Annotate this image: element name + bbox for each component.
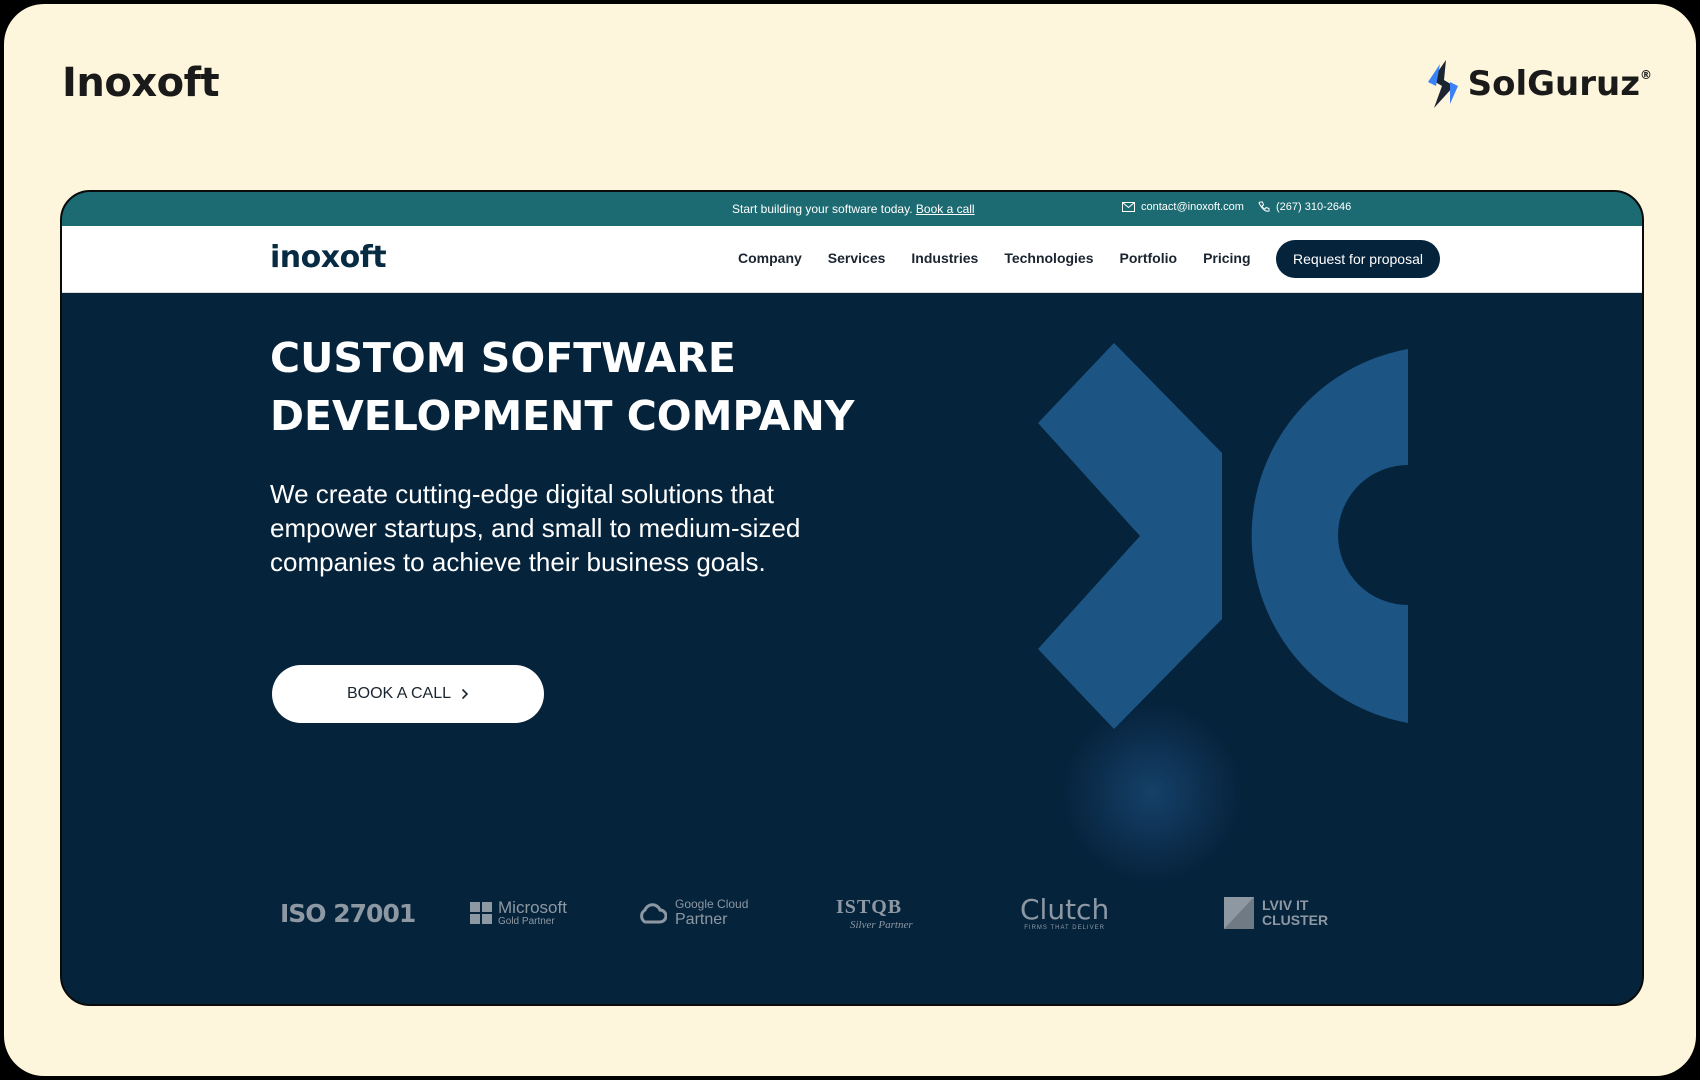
website-screenshot: Start building your software today. Book…: [60, 190, 1644, 1006]
partner-badges: ISO 27001 Microsoft Gold Partner Google C…: [262, 878, 1422, 948]
nav-item-industries[interactable]: Industries: [911, 250, 978, 266]
chevron-right-icon: [461, 688, 469, 700]
solguruz-wordmark: SolGuruz ®: [1467, 64, 1652, 104]
request-proposal-button[interactable]: Request for proposal: [1276, 240, 1440, 278]
clutch-badge: Clutch FIRMS THAT DELIVER: [1020, 893, 1110, 932]
nav-item-pricing[interactable]: Pricing: [1203, 250, 1250, 266]
nav-item-technologies[interactable]: Technologies: [1004, 250, 1093, 266]
main-nav: Company Services Industries Technologies…: [738, 250, 1251, 266]
nav-item-portfolio[interactable]: Portfolio: [1120, 250, 1178, 266]
site-header: inoxoft Company Services Industries Tech…: [62, 226, 1642, 293]
microsoft-gold-partner-badge: Microsoft Gold Partner: [470, 878, 567, 948]
email-contact[interactable]: contact@inoxoft.com: [1122, 201, 1244, 213]
inoxoft-mark-graphic: [1038, 343, 1408, 729]
hero-description: We create cutting-edge digital solutions…: [270, 479, 801, 577]
promo-text: Start building your software today. Book…: [732, 202, 975, 216]
book-call-button[interactable]: BOOK A CALL: [272, 665, 544, 723]
slide-frame: Inoxoft SolGuruz ® Start building your so…: [4, 4, 1696, 1076]
google-cloud-partner-badge: Google Cloud Partner: [637, 878, 748, 948]
announcement-bar: Start building your software today. Book…: [62, 192, 1642, 226]
slide-title: Inoxoft: [62, 60, 220, 106]
hero-section: CUSTOM SOFTWARE DEVELOPMENT COMPANY We c…: [62, 293, 1642, 1003]
solguruz-logo: SolGuruz ®: [1424, 54, 1652, 114]
iso-27001-badge: ISO 27001: [280, 898, 416, 928]
inoxoft-logo[interactable]: inoxoft: [270, 240, 387, 275]
lviv-cluster-icon: [1224, 897, 1254, 929]
lviv-it-cluster-badge: LVIV IT CLUSTER: [1224, 878, 1328, 948]
istqb-silver-partner-badge: ISTQB Silver Partner: [836, 895, 913, 931]
mail-icon: [1122, 202, 1135, 212]
hero-heading: CUSTOM SOFTWARE DEVELOPMENT COMPANY: [270, 334, 855, 440]
google-cloud-icon: [640, 903, 667, 924]
book-call-link[interactable]: Book a call: [916, 202, 975, 216]
phone-icon: [1258, 201, 1270, 212]
solguruz-logo-icon: [1427, 60, 1458, 108]
nav-item-services[interactable]: Services: [828, 250, 886, 266]
nav-item-company[interactable]: Company: [738, 250, 802, 266]
phone-contact[interactable]: (267) 310-2646: [1258, 201, 1351, 213]
windows-icon: [470, 902, 492, 924]
